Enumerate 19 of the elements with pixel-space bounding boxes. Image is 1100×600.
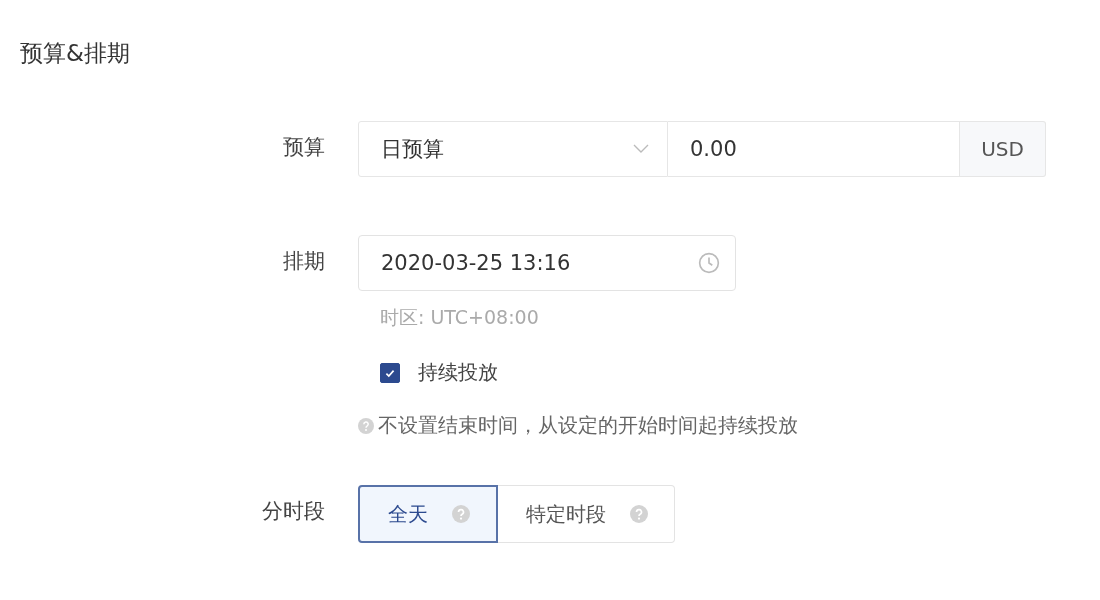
start-time-field[interactable]: 2020-03-25 13:16	[358, 235, 736, 291]
section-title: 预算&排期	[20, 39, 131, 68]
segment-button[interactable]: 全天	[358, 485, 498, 543]
checkbox[interactable]	[380, 362, 400, 383]
amount-field[interactable]: 0.00	[668, 121, 960, 177]
chevron-down-icon	[633, 144, 649, 154]
hint-text: 不设置结束时间，从设定的开始时间起持续投放	[378, 412, 798, 439]
budget-type-select[interactable]: 日预算	[358, 121, 668, 177]
currency-addon: USD	[960, 121, 1046, 177]
help-icon	[452, 505, 470, 523]
help-icon	[358, 417, 374, 434]
timezone-text: 时区: UTC+08:00	[380, 305, 540, 330]
field-label: 分时段	[261, 498, 325, 525]
clock-icon	[698, 252, 720, 274]
field-label: 排期	[282, 248, 325, 275]
field-label: 预算	[282, 134, 325, 161]
help-icon	[630, 505, 648, 523]
segment-button[interactable]: 特定时段	[498, 485, 675, 543]
checkbox-label: 持续投放	[418, 359, 498, 386]
